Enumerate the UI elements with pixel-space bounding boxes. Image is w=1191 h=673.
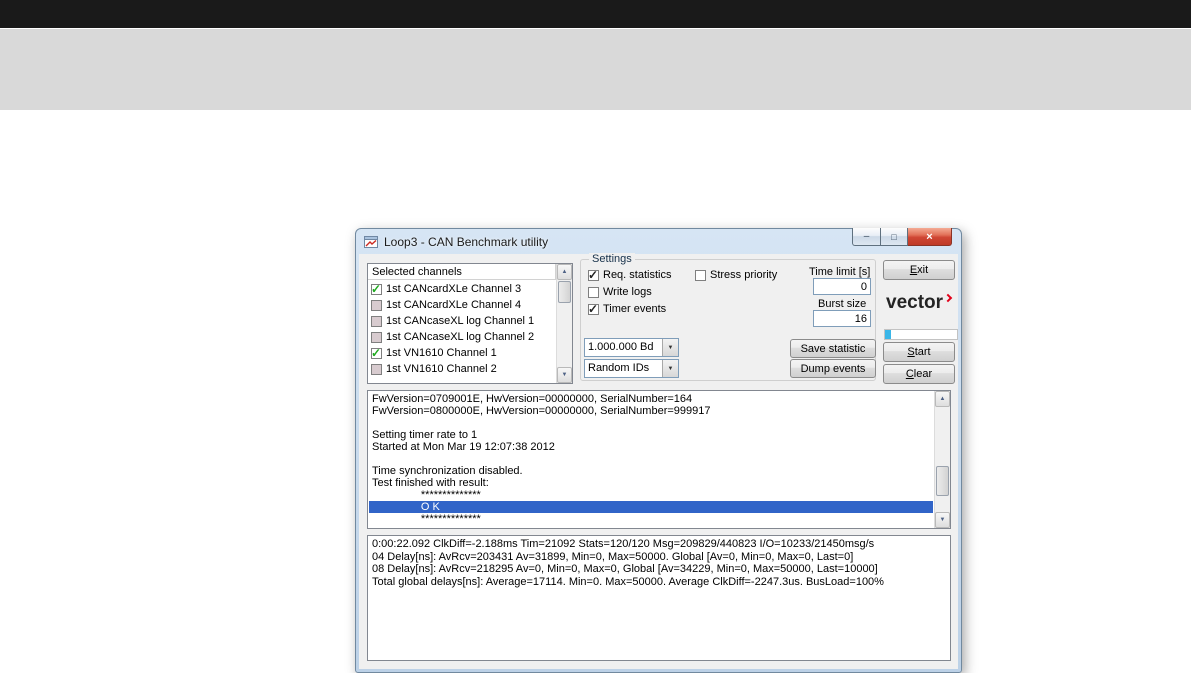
checkbox-write-logs[interactable]: Write logs — [588, 286, 652, 298]
title-bar[interactable]: Loop3 - CAN Benchmark utility – □ × — [356, 228, 961, 254]
channel-items: 1st CANcardXLe Channel 3 1st CANcardXLe C… — [368, 281, 556, 383]
stats-line: Total global delays[ns]: Average=17114. … — [372, 575, 884, 588]
scrollbar-thumb[interactable] — [936, 466, 949, 496]
scroll-down-icon[interactable]: ▼ — [557, 367, 572, 383]
top-dark-bar — [0, 0, 1191, 28]
log-line: ************** — [372, 513, 481, 525]
checkbox-label: Timer events — [603, 303, 667, 315]
checkbox-label: Req. statistics — [603, 269, 672, 281]
settings-group-label: Settings — [589, 253, 635, 265]
checkbox-label: Write logs — [603, 286, 652, 298]
log-line: Started at Mon Mar 19 12:07:38 2012 — [372, 441, 555, 453]
clear-button[interactable]: Clear — [883, 364, 955, 384]
channel-row[interactable]: 1st CANcaseXL log Channel 2 — [368, 329, 556, 345]
channel-label: 1st CANcaseXL log Channel 1 — [386, 315, 535, 327]
log-line: FwVersion=0800000E, HwVersion=00000000, … — [372, 405, 711, 417]
channel-listbox: Selected channels 1st CANcardXLe Channel… — [367, 263, 573, 384]
minimize-button[interactable]: – — [852, 228, 881, 246]
progress-bar — [884, 329, 958, 340]
channel-checkbox[interactable] — [371, 331, 382, 343]
exit-button[interactable]: Exit — [883, 260, 955, 280]
log-line: Setting timer rate to 1 — [372, 429, 478, 441]
app-window: Loop3 - CAN Benchmark utility – □ × Sele… — [355, 228, 962, 673]
log-line: FwVersion=0709001E, HwVersion=00000000, … — [372, 393, 693, 405]
checkbox-box[interactable] — [588, 286, 599, 298]
log-content: FwVersion=0709001E, HwVersion=00000000, … — [369, 392, 933, 527]
baudrate-select[interactable]: 1.000.000 Bd ▼ — [584, 338, 679, 357]
burst-size-label: Burst size — [818, 298, 867, 310]
scroll-down-icon[interactable]: ▼ — [935, 512, 950, 528]
settings-group: Settings Req. statistics Write logs Time… — [580, 253, 876, 381]
id-mode-value: Random IDs — [588, 362, 650, 374]
channel-row[interactable]: 1st VN1610 Channel 1 — [368, 345, 556, 361]
scroll-up-icon[interactable]: ▲ — [935, 391, 950, 407]
maximize-icon: □ — [891, 231, 897, 242]
stats-content: 0:00:22.092 ClkDiff=-2.188ms Tim=21092 S… — [372, 538, 946, 588]
channel-scrollbar[interactable]: ▲ ▼ — [556, 264, 572, 383]
channel-row[interactable]: 1st CANcardXLe Channel 4 — [368, 297, 556, 313]
close-icon: × — [926, 230, 933, 243]
channel-label: 1st CANcardXLe Channel 4 — [386, 299, 522, 311]
window-title: Loop3 - CAN Benchmark utility — [384, 234, 549, 249]
stats-output-box[interactable]: 0:00:22.092 ClkDiff=-2.188ms Tim=21092 S… — [367, 535, 951, 661]
progress-fill — [885, 330, 891, 339]
log-line-selected: O K — [369, 501, 933, 513]
channel-list-header: Selected channels — [368, 264, 556, 280]
checkbox-label: Stress priority — [710, 269, 778, 281]
log-scrollbar[interactable]: ▲ ▼ — [934, 391, 950, 528]
channel-label: 1st CANcaseXL log Channel 2 — [386, 331, 535, 343]
dump-events-button[interactable]: Dump events — [790, 359, 876, 378]
vector-arrow-icon — [943, 293, 953, 302]
checkbox-box[interactable] — [695, 269, 706, 281]
channel-checkbox[interactable] — [371, 363, 382, 375]
channel-checkbox[interactable] — [371, 315, 382, 327]
start-button[interactable]: Start — [883, 342, 955, 362]
time-limit-field[interactable] — [813, 278, 871, 295]
channel-checkbox[interactable] — [371, 299, 382, 311]
stats-line: 0:00:22.092 ClkDiff=-2.188ms Tim=21092 S… — [372, 538, 875, 550]
chevron-down-icon[interactable]: ▼ — [662, 339, 678, 356]
log-line: Time synchronization disabled. — [372, 465, 523, 477]
checkbox-box[interactable] — [588, 268, 599, 282]
log-output-box[interactable]: FwVersion=0709001E, HwVersion=00000000, … — [367, 390, 951, 529]
chevron-down-icon[interactable]: ▼ — [662, 360, 678, 377]
channel-row[interactable]: 1st VN1610 Channel 2 — [368, 361, 556, 377]
vector-logo: vector — [886, 292, 953, 314]
scroll-up-icon[interactable]: ▲ — [557, 264, 572, 280]
maximize-button[interactable]: □ — [881, 228, 908, 246]
save-statistic-button[interactable]: Save statistic — [790, 339, 876, 358]
log-line: Test finished with result: — [372, 477, 489, 489]
channel-row[interactable]: 1st CANcardXLe Channel 3 — [368, 281, 556, 297]
channel-checkbox[interactable] — [371, 346, 382, 360]
checkbox-req-statistics[interactable]: Req. statistics — [588, 268, 672, 282]
scrollbar-thumb[interactable] — [558, 281, 571, 303]
channel-checkbox[interactable] — [371, 282, 382, 296]
minimize-icon: – — [863, 231, 870, 242]
client-area: Selected channels 1st CANcardXLe Channel… — [359, 253, 958, 669]
stats-line: 08 Delay[ns]: AvRcv=218295 Av=0, Min=0, … — [372, 563, 878, 575]
time-limit-label: Time limit [s] — [809, 266, 871, 278]
channel-label: 1st VN1610 Channel 2 — [386, 363, 497, 375]
channel-row[interactable]: 1st CANcaseXL log Channel 1 — [368, 313, 556, 329]
gray-band — [0, 29, 1191, 110]
close-button[interactable]: × — [908, 228, 952, 246]
channel-label: 1st CANcardXLe Channel 3 — [386, 283, 522, 295]
channel-label: 1st VN1610 Channel 1 — [386, 347, 497, 359]
app-icon — [363, 234, 379, 250]
id-mode-select[interactable]: Random IDs ▼ — [584, 359, 679, 378]
log-line: ************** — [372, 489, 481, 501]
window-controls: – □ × — [852, 228, 952, 246]
stats-line: 04 Delay[ns]: AvRcv=203431 Av=31899, Min… — [372, 550, 854, 563]
checkbox-stress-priority[interactable]: Stress priority — [695, 269, 777, 281]
burst-size-field[interactable] — [813, 310, 871, 327]
checkbox-box[interactable] — [588, 302, 599, 316]
vector-logo-text: vector — [886, 292, 944, 313]
baudrate-value: 1.000.000 Bd — [588, 341, 654, 353]
checkbox-timer-events[interactable]: Timer events — [588, 302, 667, 316]
